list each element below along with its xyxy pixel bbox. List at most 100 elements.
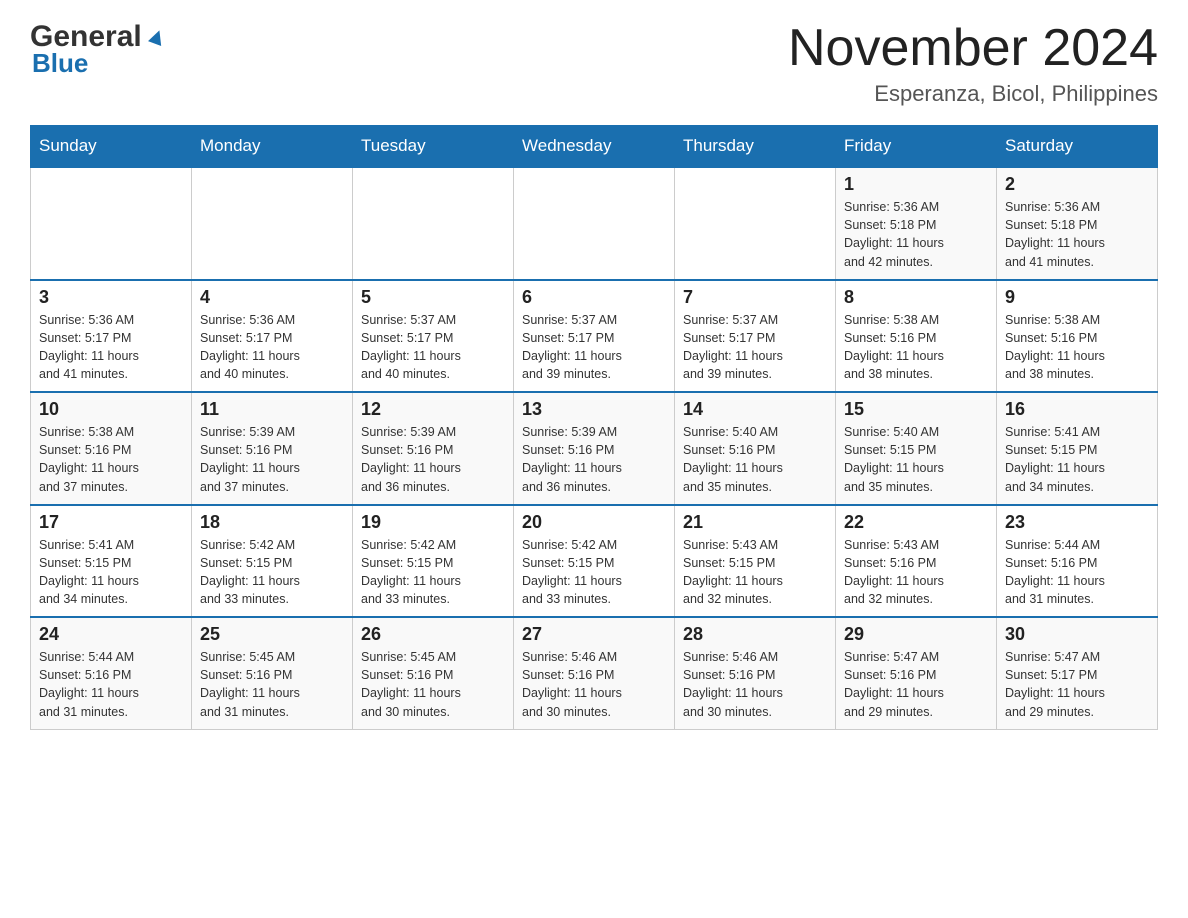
calendar-cell: 11 Sunrise: 5:39 AM Sunset: 5:16 PM Dayli… — [192, 392, 353, 505]
calendar-cell — [353, 167, 514, 280]
day-info: Sunrise: 5:42 AM Sunset: 5:15 PM Dayligh… — [200, 536, 344, 609]
calendar-cell: 2Sunrise: 5:36 AM Sunset: 5:18 PM Daylig… — [997, 167, 1158, 280]
day-info: Sunrise: 5:42 AM Sunset: 5:15 PM Dayligh… — [361, 536, 505, 609]
day-number: 7 — [683, 287, 827, 308]
calendar-cell — [192, 167, 353, 280]
day-number: 20 — [522, 512, 666, 533]
calendar-cell: 30 Sunrise: 5:47 AM Sunset: 5:17 PM Dayli… — [997, 617, 1158, 729]
calendar-cell: 18 Sunrise: 5:42 AM Sunset: 5:15 PM Dayli… — [192, 505, 353, 618]
day-number: 12 — [361, 399, 505, 420]
calendar-week-row: 1Sunrise: 5:36 AM Sunset: 5:18 PM Daylig… — [31, 167, 1158, 280]
day-info: Sunrise: 5:40 AM Sunset: 5:16 PM Dayligh… — [683, 423, 827, 496]
day-info: Sunrise: 5:36 AM Sunset: 5:17 PM Dayligh… — [39, 311, 183, 384]
day-info: Sunrise: 5:47 AM Sunset: 5:17 PM Dayligh… — [1005, 648, 1149, 721]
calendar-cell: 8 Sunrise: 5:38 AM Sunset: 5:16 PM Daylig… — [836, 280, 997, 393]
day-number: 2 — [1005, 174, 1149, 195]
day-info: Sunrise: 5:46 AM Sunset: 5:16 PM Dayligh… — [683, 648, 827, 721]
day-number: 13 — [522, 399, 666, 420]
logo-blue-text: Blue — [32, 48, 88, 79]
day-of-week-header: Saturday — [997, 126, 1158, 168]
day-number: 24 — [39, 624, 183, 645]
calendar-cell: 17Sunrise: 5:41 AM Sunset: 5:15 PM Dayli… — [31, 505, 192, 618]
calendar-cell: 12 Sunrise: 5:39 AM Sunset: 5:16 PM Dayli… — [353, 392, 514, 505]
day-number: 18 — [200, 512, 344, 533]
day-info: Sunrise: 5:45 AM Sunset: 5:16 PM Dayligh… — [200, 648, 344, 721]
calendar-cell: 13 Sunrise: 5:39 AM Sunset: 5:16 PM Dayli… — [514, 392, 675, 505]
calendar-cell: 24 Sunrise: 5:44 AM Sunset: 5:16 PM Dayli… — [31, 617, 192, 729]
calendar-cell: 14 Sunrise: 5:40 AM Sunset: 5:16 PM Dayli… — [675, 392, 836, 505]
day-number: 8 — [844, 287, 988, 308]
day-info: Sunrise: 5:41 AM Sunset: 5:15 PM Dayligh… — [39, 536, 183, 609]
calendar-cell: 16 Sunrise: 5:41 AM Sunset: 5:15 PM Dayli… — [997, 392, 1158, 505]
day-number: 25 — [200, 624, 344, 645]
day-info: Sunrise: 5:43 AM Sunset: 5:15 PM Dayligh… — [683, 536, 827, 609]
calendar-cell: 10Sunrise: 5:38 AM Sunset: 5:16 PM Dayli… — [31, 392, 192, 505]
day-info: Sunrise: 5:39 AM Sunset: 5:16 PM Dayligh… — [522, 423, 666, 496]
calendar-cell: 26 Sunrise: 5:45 AM Sunset: 5:16 PM Dayli… — [353, 617, 514, 729]
day-number: 14 — [683, 399, 827, 420]
calendar-cell: 22Sunrise: 5:43 AM Sunset: 5:16 PM Dayli… — [836, 505, 997, 618]
calendar-cell: 7Sunrise: 5:37 AM Sunset: 5:17 PM Daylig… — [675, 280, 836, 393]
title-area: November 2024 Esperanza, Bicol, Philippi… — [788, 20, 1158, 107]
page-header: General Blue November 2024 Esperanza, Bi… — [30, 20, 1158, 107]
day-info: Sunrise: 5:39 AM Sunset: 5:16 PM Dayligh… — [200, 423, 344, 496]
day-number: 30 — [1005, 624, 1149, 645]
calendar-cell — [31, 167, 192, 280]
day-number: 6 — [522, 287, 666, 308]
day-number: 9 — [1005, 287, 1149, 308]
day-info: Sunrise: 5:36 AM Sunset: 5:17 PM Dayligh… — [200, 311, 344, 384]
calendar-week-row: 10Sunrise: 5:38 AM Sunset: 5:16 PM Dayli… — [31, 392, 1158, 505]
month-year-title: November 2024 — [788, 20, 1158, 77]
calendar-week-row: 17Sunrise: 5:41 AM Sunset: 5:15 PM Dayli… — [31, 505, 1158, 618]
day-info: Sunrise: 5:47 AM Sunset: 5:16 PM Dayligh… — [844, 648, 988, 721]
logo-triangle-icon — [146, 26, 168, 53]
day-info: Sunrise: 5:36 AM Sunset: 5:18 PM Dayligh… — [844, 198, 988, 271]
day-info: Sunrise: 5:46 AM Sunset: 5:16 PM Dayligh… — [522, 648, 666, 721]
day-number: 3 — [39, 287, 183, 308]
calendar-cell: 15 Sunrise: 5:40 AM Sunset: 5:15 PM Dayli… — [836, 392, 997, 505]
calendar-week-row: 24 Sunrise: 5:44 AM Sunset: 5:16 PM Dayli… — [31, 617, 1158, 729]
day-number: 27 — [522, 624, 666, 645]
day-info: Sunrise: 5:40 AM Sunset: 5:15 PM Dayligh… — [844, 423, 988, 496]
calendar-cell: 1Sunrise: 5:36 AM Sunset: 5:18 PM Daylig… — [836, 167, 997, 280]
day-info: Sunrise: 5:42 AM Sunset: 5:15 PM Dayligh… — [522, 536, 666, 609]
calendar-cell: 9Sunrise: 5:38 AM Sunset: 5:16 PM Daylig… — [997, 280, 1158, 393]
day-number: 29 — [844, 624, 988, 645]
day-of-week-header: Wednesday — [514, 126, 675, 168]
calendar-cell: 4 Sunrise: 5:36 AM Sunset: 5:17 PM Daylig… — [192, 280, 353, 393]
day-info: Sunrise: 5:45 AM Sunset: 5:16 PM Dayligh… — [361, 648, 505, 721]
day-of-week-header: Sunday — [31, 126, 192, 168]
location-subtitle: Esperanza, Bicol, Philippines — [788, 81, 1158, 107]
calendar-cell: 6 Sunrise: 5:37 AM Sunset: 5:17 PM Daylig… — [514, 280, 675, 393]
day-number: 21 — [683, 512, 827, 533]
calendar-cell: 21 Sunrise: 5:43 AM Sunset: 5:15 PM Dayli… — [675, 505, 836, 618]
calendar-cell: 25 Sunrise: 5:45 AM Sunset: 5:16 PM Dayli… — [192, 617, 353, 729]
day-number: 26 — [361, 624, 505, 645]
calendar-cell: 23Sunrise: 5:44 AM Sunset: 5:16 PM Dayli… — [997, 505, 1158, 618]
day-info: Sunrise: 5:37 AM Sunset: 5:17 PM Dayligh… — [361, 311, 505, 384]
day-number: 11 — [200, 399, 344, 420]
logo-area: General Blue — [30, 20, 168, 79]
day-info: Sunrise: 5:38 AM Sunset: 5:16 PM Dayligh… — [844, 311, 988, 384]
day-info: Sunrise: 5:41 AM Sunset: 5:15 PM Dayligh… — [1005, 423, 1149, 496]
day-info: Sunrise: 5:44 AM Sunset: 5:16 PM Dayligh… — [39, 648, 183, 721]
day-info: Sunrise: 5:39 AM Sunset: 5:16 PM Dayligh… — [361, 423, 505, 496]
calendar-cell: 28 Sunrise: 5:46 AM Sunset: 5:16 PM Dayli… — [675, 617, 836, 729]
calendar-cell — [514, 167, 675, 280]
day-of-week-header: Friday — [836, 126, 997, 168]
day-of-week-header: Monday — [192, 126, 353, 168]
calendar-cell — [675, 167, 836, 280]
day-number: 4 — [200, 287, 344, 308]
day-info: Sunrise: 5:43 AM Sunset: 5:16 PM Dayligh… — [844, 536, 988, 609]
day-number: 10 — [39, 399, 183, 420]
day-number: 19 — [361, 512, 505, 533]
calendar-cell: 5Sunrise: 5:37 AM Sunset: 5:17 PM Daylig… — [353, 280, 514, 393]
calendar-table: SundayMondayTuesdayWednesdayThursdayFrid… — [30, 125, 1158, 730]
calendar-cell: 19 Sunrise: 5:42 AM Sunset: 5:15 PM Dayli… — [353, 505, 514, 618]
day-number: 15 — [844, 399, 988, 420]
day-info: Sunrise: 5:37 AM Sunset: 5:17 PM Dayligh… — [522, 311, 666, 384]
calendar-cell: 29 Sunrise: 5:47 AM Sunset: 5:16 PM Dayli… — [836, 617, 997, 729]
day-number: 16 — [1005, 399, 1149, 420]
calendar-cell: 3 Sunrise: 5:36 AM Sunset: 5:17 PM Daylig… — [31, 280, 192, 393]
day-number: 28 — [683, 624, 827, 645]
